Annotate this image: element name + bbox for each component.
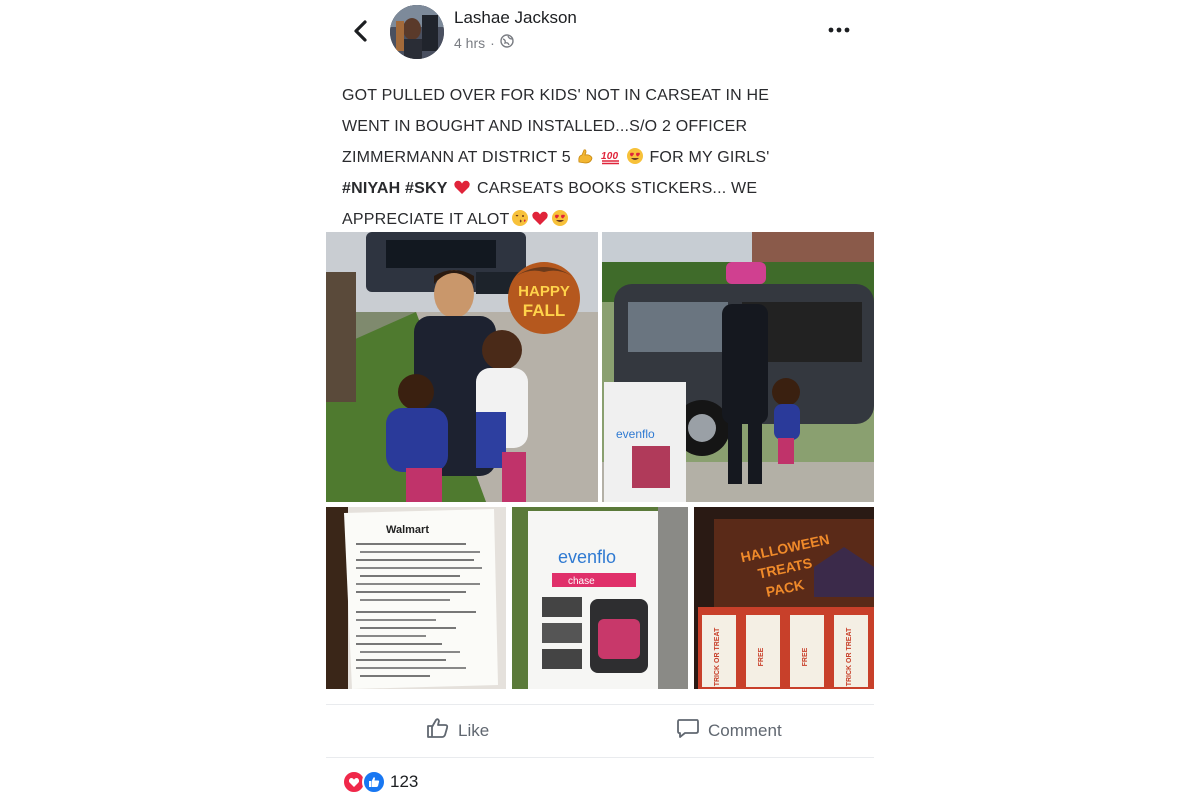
heart-eyes-emoji-icon — [551, 207, 569, 226]
post-caption: GOT PULLED OVER FOR KIDS' NOT IN CARSEAT… — [342, 80, 852, 235]
photo-evenflo-carseat-box[interactable]: evenflo chase — [512, 507, 688, 689]
caption-line-5-text: APPRECIATE IT ALOT — [342, 211, 510, 228]
box-model-name: chase — [568, 576, 595, 587]
comment-button[interactable]: Comment — [676, 717, 782, 744]
red-heart-emoji-icon — [531, 207, 549, 225]
receipt-store-name: Walmart — [386, 524, 429, 536]
pack-label-3: FREE — [802, 647, 809, 666]
box-evenflo-logo: evenflo — [558, 547, 616, 567]
author-name[interactable]: Lashae Jackson — [454, 8, 577, 28]
author-avatar[interactable] — [390, 5, 444, 59]
kissing-face-emoji-icon — [511, 207, 529, 226]
caption-line-4-text: CARSEATS BOOKS STICKERS... WE — [476, 180, 758, 197]
box-brand-label: evenflo — [616, 427, 655, 441]
more-options-icon[interactable] — [824, 18, 854, 42]
flexed-biceps-emoji-icon — [576, 145, 594, 164]
like-button[interactable]: Like — [426, 717, 489, 744]
caption-line-1: GOT PULLED OVER FOR KIDS' NOT IN CARSEAT… — [342, 87, 770, 104]
facebook-post: Lashae Jackson 4 hrs · GOT PULLED OVER F… — [326, 0, 874, 800]
comment-bubble-icon — [676, 717, 700, 744]
hundred-points-emoji-icon: 100 — [601, 145, 620, 165]
caption-hashtags[interactable]: #NIYAH #SKY — [342, 180, 448, 197]
caption-line-5: APPRECIATE IT ALOT — [342, 204, 852, 235]
sticker-happy: HAPPY — [518, 283, 570, 300]
reaction-count: 123 — [390, 772, 419, 791]
post-action-bar: Like Comment — [326, 704, 874, 758]
like-reaction-icon — [362, 770, 386, 794]
globe-icon — [500, 34, 514, 51]
thumbs-up-icon — [426, 717, 450, 744]
heart-eyes-emoji-icon — [626, 145, 644, 164]
photo-officer-with-girls[interactable]: HAPPY FALL — [326, 232, 598, 502]
caption-line-3-end: FOR MY GIRLS' — [649, 149, 770, 166]
photo-halloween-treats-pack[interactable]: HALLOWEEN TREATS PACK TRICK OR TREAT FRE… — [694, 507, 874, 689]
post-meta: 4 hrs · — [454, 34, 514, 51]
caption-line-4: #NIYAH #SKY CARSEATS BOOKS STICKERS... W… — [342, 173, 852, 204]
like-label: Like — [458, 720, 490, 740]
sticker-fall: FALL — [523, 301, 566, 320]
meta-separator: · — [490, 34, 495, 51]
pack-label-1: TRICK OR TREAT — [714, 627, 721, 686]
red-heart-emoji-icon — [453, 176, 471, 194]
reactions-summary[interactable]: 123 — [342, 770, 418, 794]
caption-line-3: ZIMMERMANN AT DISTRICT 5 100 FOR MY GIRL… — [342, 142, 852, 173]
photo-officer-installing-carseat[interactable]: evenflo — [602, 232, 874, 502]
pack-label-4: TRICK OR TREAT — [846, 627, 853, 686]
post-time[interactable]: 4 hrs — [454, 35, 485, 51]
caption-line-3-text: ZIMMERMANN AT DISTRICT 5 — [342, 149, 571, 166]
back-arrow-icon[interactable] — [350, 18, 372, 44]
photo-walmart-receipt[interactable]: Walmart — [326, 507, 506, 689]
pack-label-2: FREE — [758, 647, 765, 666]
caption-line-2: WENT IN BOUGHT AND INSTALLED...S/O 2 OFF… — [342, 118, 748, 135]
comment-label: Comment — [708, 720, 782, 740]
